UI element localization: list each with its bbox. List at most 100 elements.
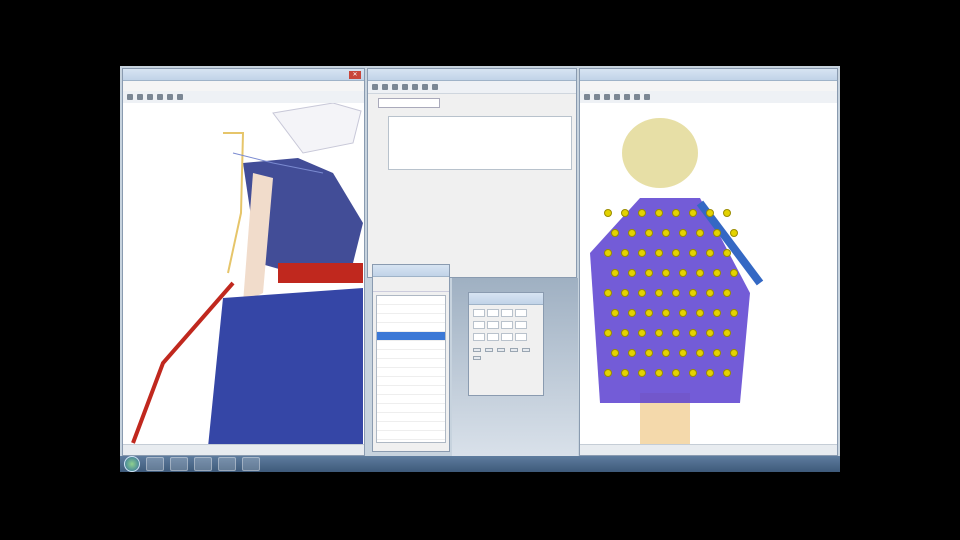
bone-marker[interactable] [645, 269, 653, 277]
bone-marker[interactable] [662, 269, 670, 277]
grid-cell[interactable] [487, 333, 499, 341]
bone-marker[interactable] [672, 289, 680, 297]
bone-marker[interactable] [730, 229, 738, 237]
right-3d-viewport[interactable] [580, 103, 837, 445]
list-box[interactable] [376, 295, 446, 443]
grid-cell[interactable] [515, 333, 527, 341]
tool-icon[interactable] [137, 94, 143, 100]
bone-marker[interactable] [604, 329, 612, 337]
tab-icon[interactable] [372, 84, 378, 90]
list-item[interactable] [377, 404, 445, 413]
center-text-area[interactable] [388, 116, 572, 170]
bone-marker[interactable] [706, 329, 714, 337]
bone-marker[interactable] [604, 369, 612, 377]
bone-marker[interactable] [621, 329, 629, 337]
bone-marker[interactable] [655, 249, 663, 257]
bone-marker[interactable] [696, 349, 704, 357]
grid-cell[interactable] [487, 321, 499, 329]
bone-marker[interactable] [696, 269, 704, 277]
tab-icon[interactable] [432, 84, 438, 90]
bone-marker[interactable] [679, 229, 687, 237]
bone-marker[interactable] [621, 249, 629, 257]
taskbar-app-button[interactable] [146, 457, 164, 471]
bone-marker[interactable] [604, 289, 612, 297]
bone-marker[interactable] [672, 329, 680, 337]
tab-icon[interactable] [402, 84, 408, 90]
bone-marker[interactable] [713, 269, 721, 277]
bone-marker[interactable] [713, 309, 721, 317]
bone-marker[interactable] [655, 289, 663, 297]
bone-marker[interactable] [706, 249, 714, 257]
bone-marker[interactable] [723, 369, 731, 377]
bone-marker[interactable] [611, 229, 619, 237]
tool-icon[interactable] [624, 94, 630, 100]
bone-marker[interactable] [723, 289, 731, 297]
bone-marker[interactable] [730, 349, 738, 357]
bone-marker[interactable] [713, 349, 721, 357]
bone-marker[interactable] [662, 229, 670, 237]
list-item[interactable] [377, 386, 445, 395]
close-icon[interactable]: ✕ [349, 70, 361, 79]
bone-marker[interactable] [655, 369, 663, 377]
tool-icon[interactable] [147, 94, 153, 100]
tool-icon[interactable] [614, 94, 620, 100]
bone-marker[interactable] [723, 249, 731, 257]
bone-marker[interactable] [621, 209, 629, 217]
bone-marker[interactable] [611, 309, 619, 317]
tool-icon[interactable] [127, 94, 133, 100]
tool-icon[interactable] [584, 94, 590, 100]
tool-icon[interactable] [157, 94, 163, 100]
bone-marker[interactable] [638, 369, 646, 377]
tool-icon[interactable] [634, 94, 640, 100]
bone-marker[interactable] [662, 309, 670, 317]
tab-icon[interactable] [382, 84, 388, 90]
grid-cell[interactable] [501, 321, 513, 329]
bone-marker[interactable] [706, 369, 714, 377]
list-item[interactable] [377, 341, 445, 350]
list-item[interactable] [377, 431, 445, 440]
bone-marker[interactable] [689, 289, 697, 297]
bone-marker[interactable] [713, 229, 721, 237]
bone-marker[interactable] [645, 229, 653, 237]
bone-marker[interactable] [638, 329, 646, 337]
bone-marker[interactable] [689, 329, 697, 337]
bone-marker[interactable] [604, 209, 612, 217]
tool-icon[interactable] [177, 94, 183, 100]
bone-marker[interactable] [645, 349, 653, 357]
list-item[interactable] [377, 368, 445, 377]
bone-marker[interactable] [696, 229, 704, 237]
list-item[interactable] [377, 350, 445, 359]
bone-marker[interactable] [655, 209, 663, 217]
tool-icon[interactable] [594, 94, 600, 100]
bone-marker[interactable] [628, 269, 636, 277]
bone-marker[interactable] [672, 249, 680, 257]
list-item[interactable] [377, 395, 445, 404]
dialog-button[interactable] [473, 348, 481, 352]
list-item[interactable] [377, 413, 445, 422]
bone-marker[interactable] [689, 249, 697, 257]
bone-marker[interactable] [604, 249, 612, 257]
bone-marker[interactable] [611, 269, 619, 277]
taskbar-app-button[interactable] [242, 457, 260, 471]
bone-marker[interactable] [679, 269, 687, 277]
list-item[interactable] [377, 296, 445, 305]
taskbar-app-button[interactable] [218, 457, 236, 471]
start-button[interactable] [124, 456, 140, 472]
bone-marker[interactable] [689, 369, 697, 377]
bone-marker[interactable] [621, 289, 629, 297]
grid-cell[interactable] [473, 321, 485, 329]
bone-marker[interactable] [706, 289, 714, 297]
taskbar-app-button[interactable] [170, 457, 188, 471]
bone-marker[interactable] [689, 209, 697, 217]
bone-marker[interactable] [672, 369, 680, 377]
dialog-button[interactable] [497, 348, 506, 352]
bone-marker[interactable] [706, 209, 714, 217]
bone-marker[interactable] [628, 229, 636, 237]
list-item[interactable] [377, 323, 445, 332]
grid-cell[interactable] [515, 309, 527, 317]
bone-marker[interactable] [672, 209, 680, 217]
grid-cell[interactable] [501, 309, 513, 317]
left-3d-viewport[interactable] [123, 103, 364, 445]
field-input[interactable] [378, 98, 440, 108]
list-item[interactable] [377, 305, 445, 314]
